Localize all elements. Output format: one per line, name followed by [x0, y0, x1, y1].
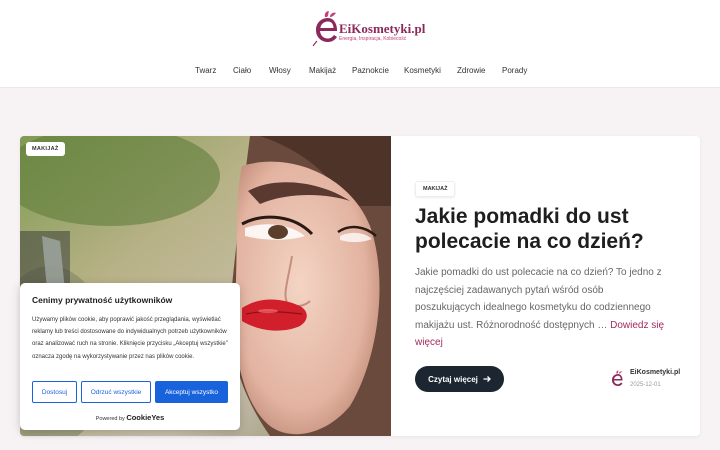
cookieyes-logo[interactable]: CookieYes [126, 413, 164, 422]
photo-category-badge[interactable]: MAKIJAŻ [26, 142, 65, 156]
cookie-text: Używamy plików cookie, aby poprawić jako… [32, 317, 228, 360]
cookie-powered-by: Powered by CookieYes [20, 413, 240, 422]
cookie-accept-button[interactable]: Akceptuj wszystko [155, 381, 228, 403]
post-category-badge[interactable]: MAKIJAŻ [415, 181, 456, 197]
nav-item-kosmetyki[interactable]: Kosmetyki [404, 62, 441, 80]
main-nav: Twarz Ciało Włosy Makijaż Paznokcie Kosm… [0, 62, 720, 80]
powered-by-label: Powered by [95, 416, 125, 422]
logo-tagline: Energia, Inspiracja, Kobiecość [339, 36, 407, 42]
author-avatar-icon [612, 370, 623, 386]
nav-item-makijaz[interactable]: Makijaż [309, 62, 336, 80]
post-title[interactable]: Jakie pomadki do ust polecacie na co dzi… [415, 204, 695, 254]
site-header: EiKosmetyki.pl Energia, Inspiracja, Kobi… [0, 0, 720, 88]
post-content: MAKIJAŻ Jakie pomadki do ust polecacie n… [415, 136, 700, 436]
cookie-customize-button[interactable]: Dostosuj [32, 381, 77, 403]
nav-item-cialo[interactable]: Ciało [233, 62, 251, 80]
cookie-consent-banner: Cenimy prywatność użytkowników Używamy p… [20, 283, 240, 430]
logo-name: EiKosmetyki.pl [339, 21, 426, 36]
logo-e-icon [312, 11, 338, 46]
arrow-right-icon [483, 376, 491, 382]
nav-item-porady[interactable]: Porady [502, 62, 527, 80]
cookie-reject-button[interactable]: Odrzuć wszystkie [81, 381, 151, 403]
cookie-title: Cenimy prywatność użytkowników [32, 295, 173, 305]
nav-item-zdrowie[interactable]: Zdrowie [457, 62, 485, 80]
nav-item-wlosy[interactable]: Włosy [269, 62, 291, 80]
site-logo[interactable]: EiKosmetyki.pl Energia, Inspiracja, Kobi… [312, 10, 426, 46]
read-more-button-label: Czytaj więcej [428, 374, 478, 384]
post-excerpt: Jakie pomadki do ust polecacie na co dzi… [415, 264, 665, 352]
post-author: EiKosmetyki.pl 2025-12-01 [610, 368, 700, 392]
author-name[interactable]: EiKosmetyki.pl [630, 369, 680, 376]
nav-item-paznokcie[interactable]: Paznokcie [352, 62, 389, 80]
nav-item-twarz[interactable]: Twarz [195, 62, 216, 80]
post-date: 2025-12-01 [630, 382, 661, 388]
read-more-button[interactable]: Czytaj więcej [415, 366, 504, 392]
